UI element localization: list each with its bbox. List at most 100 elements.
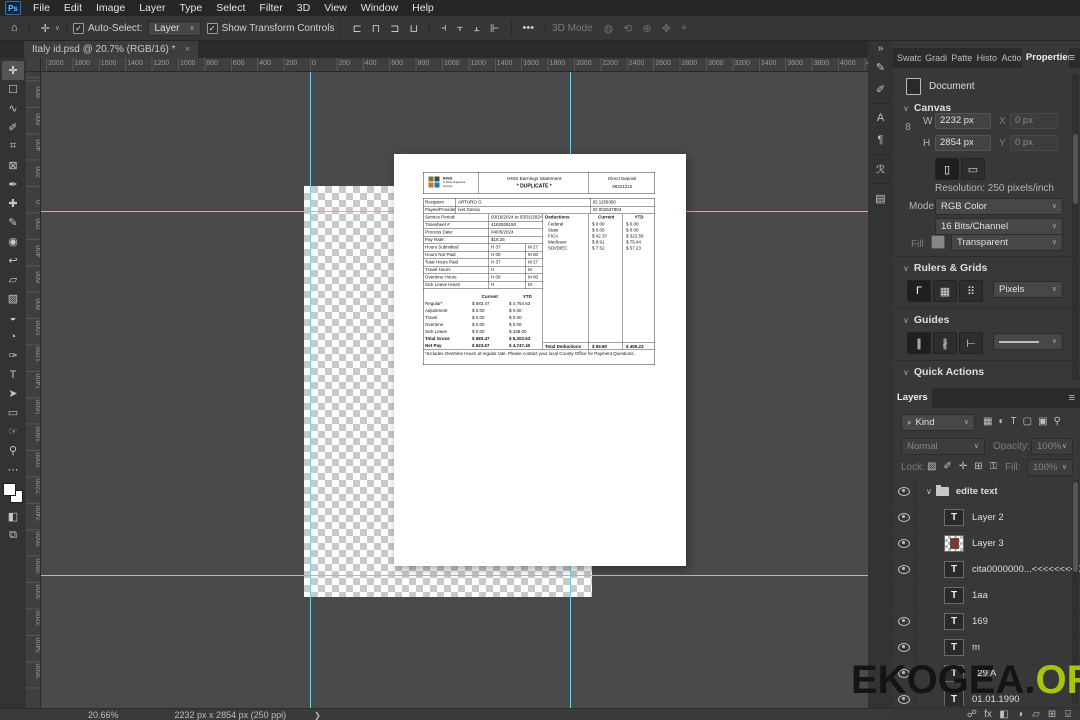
- width-field[interactable]: 2232 px: [935, 113, 991, 129]
- layer-thumbnail[interactable]: [944, 534, 964, 552]
- tab-swatc[interactable]: Swatc: [893, 48, 921, 68]
- guides-section-header[interactable]: ∨ Guides: [903, 314, 949, 326]
- gradient-tool[interactable]: ▨: [2, 289, 24, 308]
- layer-row[interactable]: Layer 3: [893, 530, 1080, 557]
- ruler-units-dropdown[interactable]: Pixels ∨: [993, 281, 1063, 298]
- layer-visibility-toggle[interactable]: [893, 556, 916, 582]
- layer-row[interactable]: Tm: [893, 634, 1080, 661]
- new-group-icon[interactable]: ▱: [1028, 709, 1044, 720]
- rectangle-tool[interactable]: ▭: [2, 403, 24, 422]
- history-brush-tool[interactable]: ↩: [2, 251, 24, 270]
- quick-actions-section-header[interactable]: ∨ Quick Actions: [903, 366, 984, 378]
- tab-actio[interactable]: Actio: [997, 48, 1021, 68]
- tab-layers[interactable]: Layers: [893, 388, 932, 408]
- tab-gradi[interactable]: Gradi: [921, 48, 947, 68]
- tab-histo[interactable]: Histo: [973, 48, 998, 68]
- layer-filter-kind-dropdown[interactable]: ⌕ Kind ∨: [901, 414, 975, 431]
- hand-tool[interactable]: ☞: [2, 422, 24, 441]
- foreground-color-swatch[interactable]: [3, 483, 16, 496]
- layers-scrollbar[interactable]: [1072, 480, 1079, 704]
- lasso-tool[interactable]: ∿: [2, 99, 24, 118]
- rulers-toggle-button[interactable]: Γ: [907, 280, 931, 302]
- collapse-panels-icon[interactable]: »: [870, 41, 891, 55]
- auto-select-dropdown[interactable]: Layer ∨: [148, 20, 201, 36]
- more-options-icon[interactable]: •••: [518, 22, 540, 34]
- link-dimensions-icon[interactable]: 8: [905, 122, 911, 133]
- brushes-icon[interactable]: ✐: [870, 79, 891, 99]
- guide-vertical-1[interactable]: [310, 71, 311, 708]
- layer-visibility-toggle[interactable]: [893, 660, 916, 686]
- lock-position-icon[interactable]: ✛: [959, 461, 967, 472]
- adjustment-layer-icon[interactable]: ◑: [1012, 709, 1028, 720]
- lock-artboard-icon[interactable]: ⊞: [974, 461, 982, 472]
- character-panel-icon[interactable]: A: [870, 108, 891, 128]
- layer-thumbnail[interactable]: T: [944, 664, 964, 682]
- layer-row[interactable]: T Layer 2: [893, 504, 1080, 531]
- orientation-landscape-button[interactable]: ▭: [961, 158, 985, 180]
- glyphs-panel-icon[interactable]: ℛ: [870, 159, 891, 179]
- filter-type-layers-icon[interactable]: T: [1011, 416, 1017, 427]
- quick-selection-tool[interactable]: ✐: [2, 118, 24, 137]
- layer-thumbnail[interactable]: T: [944, 586, 964, 604]
- lock-transparency-icon[interactable]: ▨: [927, 461, 936, 472]
- tab-patte[interactable]: Patte: [947, 48, 972, 68]
- align-left-icon[interactable]: ⊏: [347, 22, 366, 35]
- layer-effects-icon[interactable]: fx: [980, 709, 996, 720]
- filter-smart-objects-icon[interactable]: ▣: [1038, 416, 1047, 427]
- menu-item-file[interactable]: File: [26, 0, 57, 16]
- paragraph-panel-icon[interactable]: ¶: [870, 130, 891, 150]
- pixel-grid-toggle-button[interactable]: ⠿: [959, 280, 983, 302]
- menu-item-image[interactable]: Image: [89, 0, 132, 16]
- layer-visibility-toggle[interactable]: [893, 504, 916, 530]
- status-chevron-icon[interactable]: ❯: [314, 711, 321, 720]
- distribute-center-h-icon[interactable]: ⫠: [468, 22, 485, 35]
- canvas-pasteboard[interactable]: IHSS In-Home Supportive Services IHSS Earni…: [40, 71, 868, 708]
- align-center-h-icon[interactable]: ⊓: [367, 22, 386, 35]
- rulers-grids-section-header[interactable]: ∨ Rulers & Grids: [903, 262, 987, 274]
- home-icon[interactable]: ⌂: [6, 22, 23, 34]
- link-layers-icon[interactable]: ☍: [964, 709, 980, 720]
- type-tool[interactable]: T: [2, 365, 24, 384]
- layer-visibility-toggle[interactable]: [893, 634, 916, 660]
- dodge-tool[interactable]: ◔: [2, 327, 24, 346]
- layer-visibility-toggle[interactable]: [893, 582, 916, 608]
- blur-tool[interactable]: ◒: [2, 308, 24, 327]
- guide-horizontal-2[interactable]: [40, 575, 868, 576]
- layer-row[interactable]: T 169: [893, 608, 1080, 635]
- distribute-bottom-icon[interactable]: ⊩: [485, 22, 505, 35]
- menu-item-view[interactable]: View: [317, 0, 354, 16]
- eyedropper-tool[interactable]: ✒: [2, 175, 24, 194]
- screen-mode-button[interactable]: ⧉: [2, 526, 24, 545]
- brush-settings-icon[interactable]: ✎: [870, 57, 891, 77]
- height-field[interactable]: 2854 px: [935, 135, 991, 151]
- distribute-top-icon[interactable]: ⫞: [436, 22, 452, 35]
- filter-adjustment-layers-icon[interactable]: ◐: [998, 416, 1004, 427]
- guide-style-dropdown[interactable]: ∨: [993, 333, 1063, 350]
- menu-item-help[interactable]: Help: [405, 0, 441, 16]
- layer-visibility-toggle[interactable]: [893, 608, 916, 634]
- zoom-tool[interactable]: ⚲: [2, 441, 24, 460]
- layer-row[interactable]: T 1aa: [893, 582, 1080, 609]
- layer-row[interactable]: Tcita0000000...<<<<<<<<0 d: [893, 556, 1080, 583]
- libraries-panel-icon[interactable]: ▤: [870, 188, 891, 208]
- chevron-down-icon[interactable]: ∨: [926, 487, 932, 496]
- spot-healing-brush-tool[interactable]: ✚: [2, 194, 24, 213]
- color-mode-dropdown[interactable]: RGB Color ∨: [935, 198, 1063, 215]
- new-layer-icon[interactable]: ⊞: [1044, 709, 1060, 720]
- layer-thumbnail[interactable]: T: [944, 690, 964, 706]
- lock-pixels-icon[interactable]: ✐: [943, 461, 951, 472]
- zoom-level-field[interactable]: 20.66%: [88, 710, 119, 720]
- layer-thumbnail[interactable]: T: [944, 508, 964, 526]
- menu-item-3d[interactable]: 3D: [290, 0, 317, 16]
- show-transform-checkbox[interactable]: ✓: [206, 22, 218, 34]
- menu-item-select[interactable]: Select: [209, 0, 252, 16]
- menu-item-filter[interactable]: Filter: [252, 0, 289, 16]
- fill-dropdown[interactable]: Transparent ∨: [951, 234, 1063, 251]
- layer-mask-icon[interactable]: ◧: [996, 709, 1012, 720]
- layer-visibility-toggle[interactable]: [893, 686, 916, 706]
- layer-visibility-toggle[interactable]: [893, 530, 916, 556]
- move-tool-icon[interactable]: ✛: [36, 22, 55, 35]
- layer-row[interactable]: T 129 A: [893, 660, 1080, 687]
- filter-pin-icon[interactable]: ⚲: [1054, 416, 1061, 427]
- document-page[interactable]: IHSS In-Home Supportive Services IHSS Earni…: [394, 154, 686, 566]
